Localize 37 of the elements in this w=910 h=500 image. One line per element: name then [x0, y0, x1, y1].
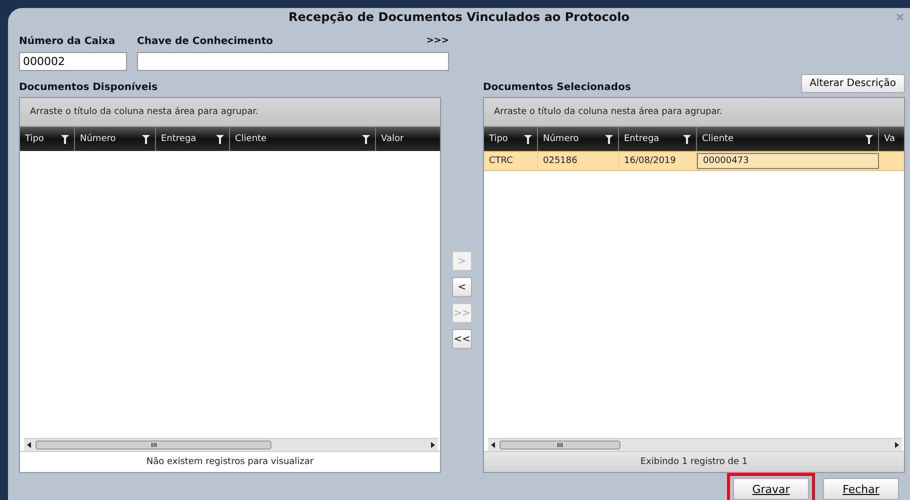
filter-icon[interactable] [216, 134, 224, 144]
column-header[interactable]: Valor [376, 127, 440, 151]
column-header[interactable]: Cliente [230, 127, 376, 151]
horizontal-scrollbar[interactable] [24, 438, 438, 451]
filter-icon[interactable] [683, 134, 691, 144]
horizontal-scrollbar[interactable] [488, 438, 902, 451]
transfer-button[interactable]: << [452, 329, 472, 349]
grid-footer: Exibindo 1 registro de 1 [484, 451, 904, 472]
table-cell: 025186 [538, 152, 619, 170]
panel-title: Documentos Disponíveis [19, 82, 158, 93]
group-hint: Arraste o título da coluna nesta área para agrupar. [30, 107, 259, 117]
transfer-button[interactable]: < [452, 277, 472, 297]
field-label: Chave de Conhecimento [137, 36, 273, 47]
column-header[interactable]: Va [879, 127, 904, 151]
filter-icon[interactable] [142, 134, 150, 144]
field-label: Número da Caixa [19, 36, 116, 47]
input-field[interactable] [137, 52, 449, 71]
filter-icon[interactable] [605, 134, 613, 144]
table-cell: 00000473 [697, 153, 879, 169]
grid-footer: Não existem registros para visualizar [20, 451, 440, 472]
filter-icon[interactable] [524, 134, 532, 144]
filter-icon[interactable] [61, 134, 69, 144]
expand-link[interactable]: >>> [426, 36, 449, 47]
table-row[interactable]: CTRC 025186 16/08/2019 00000473 [484, 151, 904, 171]
dialog-button[interactable]: Fechar [823, 478, 899, 500]
window-title: Recepção de Documentos Vinculados ao Protocolo [288, 10, 630, 24]
group-hint: Arraste o título da coluna nesta área para agrupar. [494, 107, 723, 117]
filter-icon[interactable] [362, 134, 370, 144]
column-header[interactable]: Entrega [156, 127, 230, 151]
dialog-button[interactable]: Gravar [733, 478, 809, 500]
input-field[interactable]: 000002 [19, 52, 127, 71]
column-header[interactable]: Número [75, 127, 156, 151]
filter-icon[interactable] [865, 134, 873, 144]
edit-description-button[interactable]: Alterar Descrição [800, 74, 905, 93]
table-cell: CTRC [484, 152, 538, 170]
panel-title: Documentos Selecionados [483, 82, 631, 93]
column-header[interactable]: Tipo [20, 127, 75, 151]
